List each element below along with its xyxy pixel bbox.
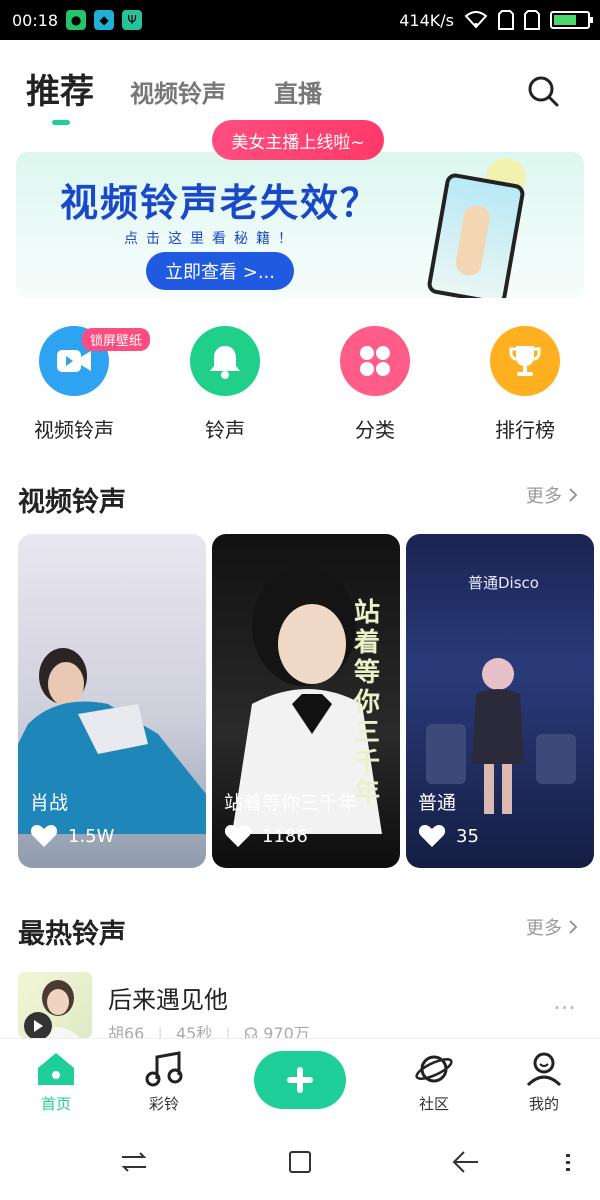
video-likes: 1.5W <box>30 824 114 848</box>
usb-icon: Ψ <box>122 10 143 30</box>
profile-icon <box>526 1052 562 1087</box>
video-card[interactable]: 肖战 1.5W <box>18 534 206 868</box>
net-speed: 414K/s <box>399 10 454 30</box>
bell-icon <box>190 326 260 396</box>
nav-color-ring[interactable]: 彩铃 <box>124 1051 204 1114</box>
video-title: 肖战 <box>30 792 69 814</box>
more-label: 更多 <box>526 486 562 507</box>
video-card[interactable]: 站着等你三千年 站着等你三千年 1186 <box>212 534 400 868</box>
heart-icon <box>418 825 446 847</box>
nav-community[interactable]: 社区 <box>394 1051 474 1114</box>
top-tab-bar: 推荐 视频铃声 直播 <box>0 60 600 126</box>
video-likes: 35 <box>418 824 479 848</box>
play-icon[interactable] <box>24 1012 52 1038</box>
more-options-icon[interactable]: ··· <box>553 994 576 1022</box>
like-count: 1.5W <box>68 825 115 847</box>
wifi-icon <box>464 11 488 29</box>
plus-icon <box>287 1067 313 1093</box>
shortcut-video-ringtone[interactable]: 锁屏壁纸 视频铃声 <box>14 326 151 446</box>
nav-label: 我的 <box>528 1095 559 1113</box>
shortcut-label: 排行榜 <box>495 418 555 442</box>
song-name: 后来遇见他 <box>108 986 228 1014</box>
status-time: 00:18 <box>12 10 59 30</box>
shortcut-label: 分类 <box>355 418 395 442</box>
shortcut-ranking[interactable]: 排行榜 <box>465 326 585 446</box>
heart-icon <box>224 825 252 847</box>
shortcut-ringtone[interactable]: 铃声 <box>165 326 285 446</box>
search-icon[interactable] <box>526 74 560 108</box>
status-bar: 00:18 ● ◆ Ψ 414K/s <box>0 0 600 40</box>
video-title: 站着等你三千年 <box>224 792 358 814</box>
nav-label: 社区 <box>418 1095 449 1113</box>
hot-more-link[interactable]: 更多 <box>526 914 578 940</box>
banner-subtitle: 点击这里看秘籍！ <box>124 231 300 247</box>
banner-phone-illustration <box>426 171 526 298</box>
nav-label: 彩铃 <box>148 1095 179 1113</box>
heart-icon <box>30 825 58 847</box>
battery-icon <box>550 11 593 29</box>
grid-icon <box>340 326 410 396</box>
promo-banner[interactable]: 视频铃声老失效？ 点击这里看秘籍！ 立即查看 >... <box>16 152 584 298</box>
back-icon[interactable] <box>450 1146 482 1178</box>
chevron-right-icon <box>569 488 578 502</box>
home-icon <box>38 1053 74 1085</box>
music-note-icon <box>145 1051 183 1087</box>
nav-profile[interactable]: 我的 <box>504 1051 584 1114</box>
like-count: 35 <box>456 825 479 847</box>
video-likes: 1186 <box>224 824 308 848</box>
app-notification-icon: ◆ <box>94 10 115 30</box>
banner-title: 视频铃声老失效？ <box>60 181 381 225</box>
banner-view-button[interactable]: 立即查看 >... <box>146 252 294 290</box>
app-notification-icon: ● <box>66 10 87 30</box>
trophy-icon <box>490 326 560 396</box>
bottom-nav: 首页 彩铃 社区 我的 <box>0 1038 600 1126</box>
video-tag: 普通Disco <box>468 574 539 592</box>
shortcut-category[interactable]: 分类 <box>315 326 435 446</box>
video-more-link[interactable]: 更多 <box>526 482 578 508</box>
active-tab-indicator <box>52 120 70 125</box>
tab-live[interactable]: 直播 <box>274 74 322 109</box>
create-plus-button[interactable] <box>254 1051 346 1109</box>
live-promo-bubble[interactable]: 美女主播上线啦~ <box>212 120 384 160</box>
shortcut-label: 视频铃声 <box>34 418 114 442</box>
video-overlay-text: 站着等你三千年 <box>354 598 381 808</box>
nav-label: 首页 <box>40 1095 71 1113</box>
video-card[interactable]: 普通Disco 普通 35 <box>406 534 594 868</box>
menu-icon[interactable] <box>552 1146 584 1178</box>
lockscreen-badge: 锁屏壁纸 <box>82 328 151 351</box>
video-title: 普通 <box>418 792 457 814</box>
tab-recommend[interactable]: 推荐 <box>26 64 94 113</box>
song-row[interactable]: 后来遇见他 胡66 | 45秒 | ☊ 970万 ··· <box>18 972 582 1043</box>
sim-icon <box>498 10 514 30</box>
more-label: 更多 <box>526 918 562 939</box>
like-count: 1186 <box>262 825 308 847</box>
nav-home[interactable]: 首页 <box>16 1051 96 1114</box>
sim-icon <box>524 10 540 30</box>
home-button-icon[interactable] <box>284 1146 316 1178</box>
recent-apps-icon[interactable] <box>118 1146 150 1178</box>
hot-section-title: 最热铃声 <box>18 919 126 950</box>
system-nav-bar <box>0 1126 600 1200</box>
video-section-title: 视频铃声 <box>18 487 126 518</box>
song-cover <box>18 972 92 1038</box>
shortcut-label: 铃声 <box>205 418 245 442</box>
chevron-right-icon <box>569 920 578 934</box>
tab-video-ringtone[interactable]: 视频铃声 <box>130 74 226 109</box>
planet-icon <box>415 1055 453 1083</box>
